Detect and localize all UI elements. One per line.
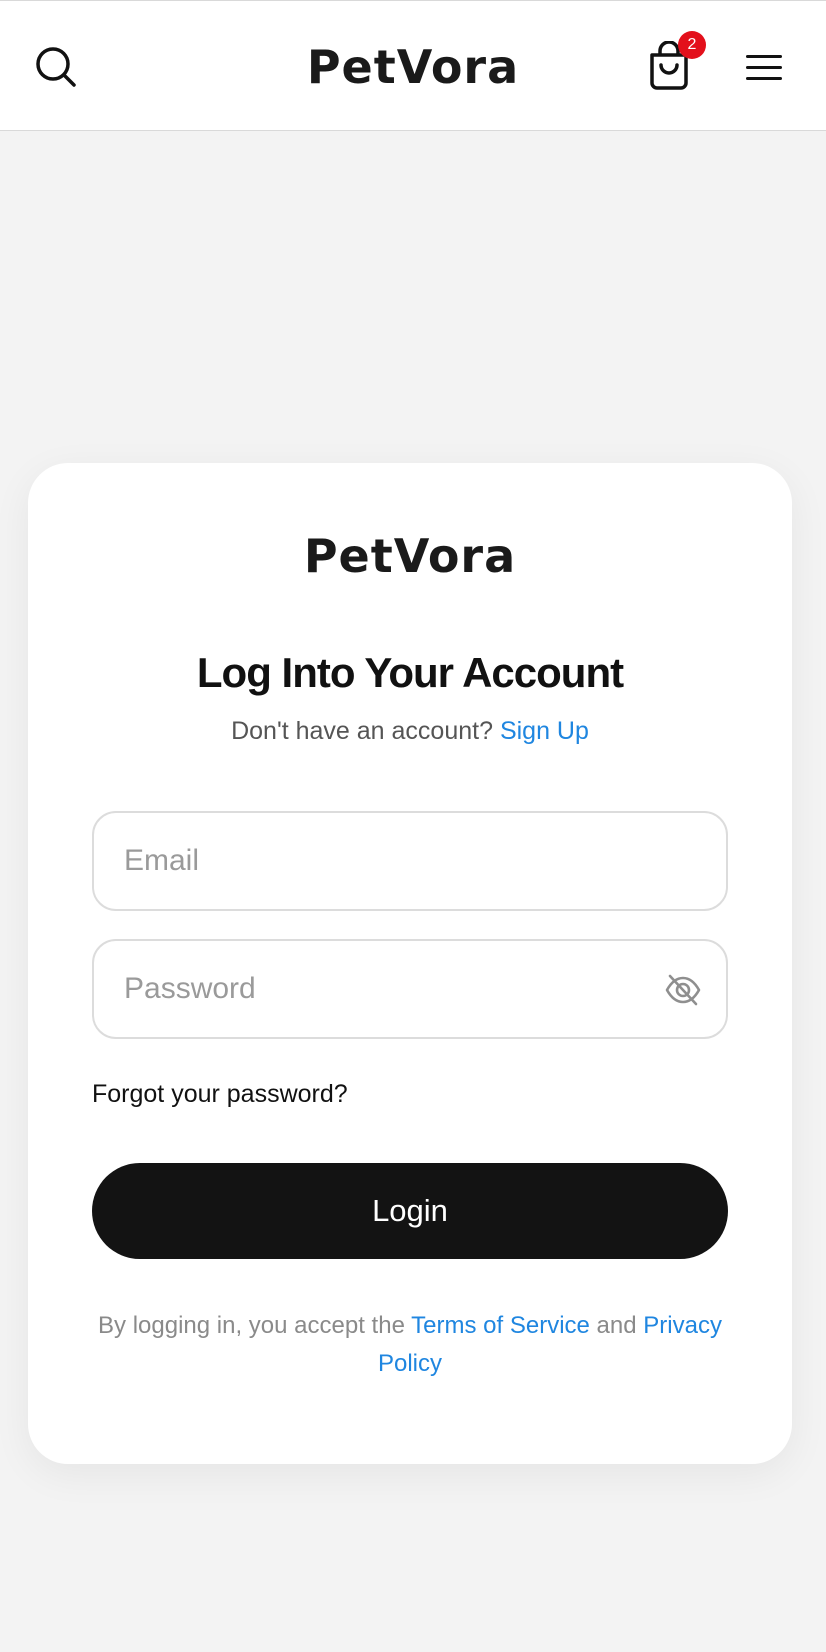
cart-count-badge: 2 [678,31,706,59]
password-field-container [92,939,728,1039]
login-button[interactable]: Login [92,1163,728,1259]
page: PetVora 2 PetVora Log Into Your Account … [0,0,826,1652]
menu-button[interactable] [744,51,784,83]
page-title: Log Into Your Account [196,649,624,696]
terms-of-service-link[interactable]: Terms of Service [411,1312,590,1339]
login-card: PetVora Log Into Your Account Don't have… [28,463,792,1464]
card-logo: PetVora [303,529,517,583]
signup-prompt-text: Don't have an account? [231,717,493,745]
hamburger-line [746,77,782,80]
terms-and: and [596,1312,637,1339]
hamburger-line [746,66,782,69]
forgot-password-link[interactable]: Forgot your password? [92,1078,348,1110]
site-header: PetVora 2 [0,0,826,131]
password-field[interactable] [124,941,644,1037]
password-visibility-toggle[interactable] [664,971,702,1009]
signup-prompt-line: Don't have an account? Sign Up [28,715,792,747]
eye-slash-icon [665,974,701,1006]
hamburger-menu-icon [746,55,782,58]
terms-notice: By logging in, you accept the Terms of S… [92,1307,728,1383]
email-field[interactable] [124,813,644,909]
signup-link[interactable]: Sign Up [500,717,589,745]
terms-prefix: By logging in, you accept the [98,1312,405,1339]
email-field-container [92,811,728,911]
